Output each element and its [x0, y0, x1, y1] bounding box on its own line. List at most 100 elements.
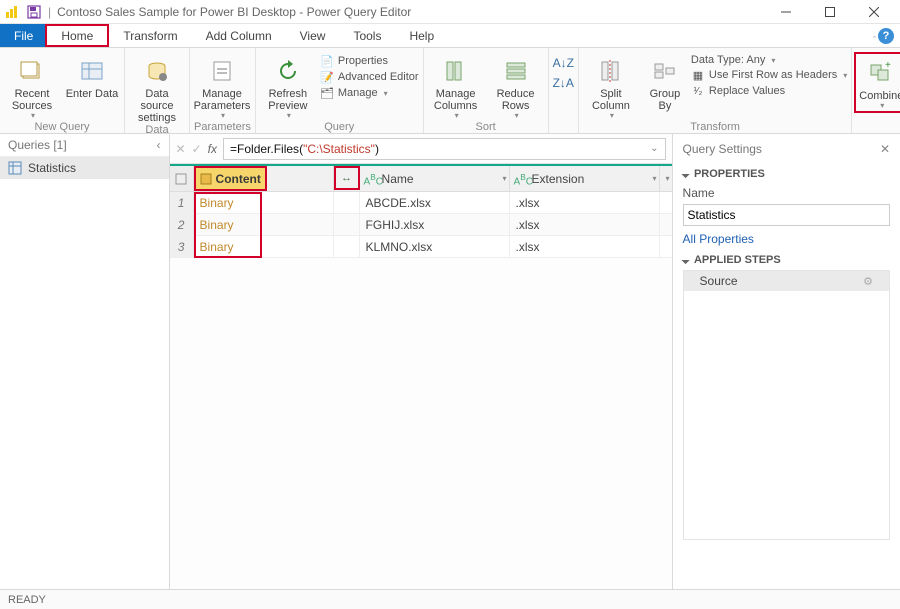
data-source-icon [142, 56, 172, 86]
fx-icon[interactable]: fx [208, 142, 217, 156]
group-by-button[interactable]: Group By [643, 52, 687, 112]
split-icon [596, 56, 626, 86]
enter-data-button[interactable]: Enter Data [64, 52, 120, 100]
cell-content[interactable]: Binary [194, 214, 334, 235]
menu-add-column[interactable]: Add Column [192, 24, 286, 47]
cell-name[interactable]: KLMNO.xlsx [360, 236, 510, 257]
cell-name[interactable]: ABCDE.xlsx [360, 192, 510, 213]
cell-extension[interactable]: .xlsx [510, 214, 660, 235]
data-grid: Content ↔ ABC Name ▾ ABC Extension ▾ ▾ [170, 164, 672, 258]
preview-area: ✕ ✓ fx = Folder.Files ("C:\Statistics") … [170, 134, 673, 589]
queries-pane: Queries [1] ‹ Statistics [0, 134, 170, 589]
status-bar: READY [0, 589, 900, 609]
cell-expand [334, 192, 360, 213]
properties-button[interactable]: 📄Properties [320, 54, 419, 68]
first-row-headers-button[interactable]: ▦Use First Row as Headers▾ [691, 68, 847, 82]
maximize-button[interactable] [808, 0, 852, 24]
name-label: Name [683, 186, 890, 200]
combine-icon: + [866, 58, 896, 88]
text-type-icon: ABC [364, 172, 378, 186]
group-parameters-label: Parameters [194, 121, 251, 134]
manage-parameters-button[interactable]: Manage Parameters▾ [194, 52, 250, 121]
close-settings-icon[interactable]: ✕ [880, 142, 890, 156]
title-separator: | [48, 5, 51, 19]
group-by-label: Group By [643, 88, 687, 112]
binary-type-icon [200, 173, 212, 185]
ribbon-collapse-icon[interactable]: ˆ [873, 35, 876, 45]
expand-content-icon[interactable]: ↔ [334, 166, 360, 190]
column-header-content[interactable]: Content [194, 166, 334, 191]
cancel-formula-icon[interactable]: ✕ [176, 142, 186, 156]
commit-formula-icon[interactable]: ✓ [192, 142, 202, 156]
cell-content[interactable]: Binary [194, 236, 334, 257]
properties-section-title[interactable]: PROPERTIES [683, 168, 890, 180]
column-header-more[interactable]: ▾ [660, 166, 672, 191]
save-icon[interactable] [20, 4, 48, 20]
table-row[interactable]: 1Binary ABCDE.xlsx.xlsx [170, 192, 672, 214]
applied-steps-title[interactable]: APPLIED STEPS [683, 254, 890, 266]
svg-text:+: + [885, 60, 891, 71]
manage-columns-button[interactable]: Manage Columns▾ [428, 52, 484, 121]
headers-icon: ▦ [691, 68, 705, 82]
query-settings-pane: Query Settings ✕ PROPERTIES Name All Pro… [673, 134, 900, 589]
menu-home[interactable]: Home [45, 24, 109, 47]
menu-transform[interactable]: Transform [109, 24, 191, 47]
menu-help[interactable]: Help [395, 24, 448, 47]
split-column-label: Split Column [583, 88, 639, 112]
step-source[interactable]: Source ⚙ [684, 271, 889, 291]
cell-expand [334, 214, 360, 235]
column-header-name[interactable]: ABC Name ▾ [360, 166, 510, 191]
manage-button[interactable]: 🗂Manage▾ [320, 86, 419, 100]
group-new-query-label: New Query [4, 121, 120, 134]
enter-data-icon [77, 56, 107, 86]
cell-extension[interactable]: .xlsx [510, 192, 660, 213]
sort-asc-icon[interactable]: A↓Z [553, 56, 574, 70]
title-bar: | Contoso Sales Sample for Power BI Desk… [0, 0, 900, 24]
column-header-extension[interactable]: ABC Extension ▾ [510, 166, 660, 191]
step-gear-icon[interactable]: ⚙ [863, 275, 873, 288]
menu-view[interactable]: View [286, 24, 340, 47]
table-icon [8, 161, 22, 175]
sort-desc-icon[interactable]: Z↓A [553, 76, 574, 90]
help-icon[interactable]: ? [878, 28, 894, 44]
menu-bar: File Home Transform Add Column View Tool… [0, 24, 900, 48]
cell-name[interactable]: FGHIJ.xlsx [360, 214, 510, 235]
replace-values-button[interactable]: ¹⁄₂Replace Values [691, 84, 847, 98]
row-number: 1 [170, 192, 194, 213]
filter-name-icon[interactable]: ▾ [503, 174, 507, 183]
query-name-input[interactable] [683, 204, 890, 226]
collapse-queries-icon[interactable]: ‹ [157, 138, 161, 152]
row-number: 2 [170, 214, 194, 235]
refresh-icon [273, 56, 303, 86]
split-column-button[interactable]: Split Column▾ [583, 52, 639, 121]
recent-sources-button[interactable]: Recent Sources▾ [4, 52, 60, 121]
advanced-editor-button[interactable]: 📝Advanced Editor [320, 70, 419, 84]
query-item-statistics[interactable]: Statistics [0, 157, 169, 179]
table-row[interactable]: 2Binary FGHIJ.xlsx.xlsx [170, 214, 672, 236]
window-title: Contoso Sales Sample for Power BI Deskto… [57, 5, 411, 19]
menu-tools[interactable]: Tools [339, 24, 395, 47]
columns-icon [441, 56, 471, 86]
expand-formula-icon[interactable]: ⌄ [650, 143, 658, 154]
filter-ext-icon[interactable]: ▾ [653, 174, 657, 183]
data-type-button[interactable]: Data Type: Any▾ [691, 54, 847, 66]
manage-columns-label: Manage Columns [428, 88, 484, 112]
close-button[interactable] [852, 0, 896, 24]
menu-file[interactable]: File [0, 24, 47, 47]
query-item-label: Statistics [28, 161, 76, 175]
replace-icon: ¹⁄₂ [691, 84, 705, 98]
cell-content[interactable]: Binary [194, 192, 334, 213]
combine-button[interactable]: + Combine▾ [854, 52, 900, 113]
settings-header: Query Settings [683, 142, 762, 156]
table-row[interactable]: 3BinaryKLMNO.xlsx.xlsx [170, 236, 672, 258]
all-properties-link[interactable]: All Properties [683, 232, 890, 246]
queries-header: Queries [1] [8, 138, 67, 152]
minimize-button[interactable] [764, 0, 808, 24]
advanced-editor-icon: 📝 [320, 70, 334, 84]
table-corner-icon[interactable] [170, 166, 194, 191]
data-source-settings-button[interactable]: Data source settings [129, 52, 185, 124]
cell-extension[interactable]: .xlsx [510, 236, 660, 257]
formula-bar[interactable]: = Folder.Files ("C:\Statistics") ⌄ [223, 138, 666, 160]
refresh-preview-button[interactable]: Refresh Preview▾ [260, 52, 316, 121]
reduce-rows-button[interactable]: Reduce Rows▾ [488, 52, 544, 121]
